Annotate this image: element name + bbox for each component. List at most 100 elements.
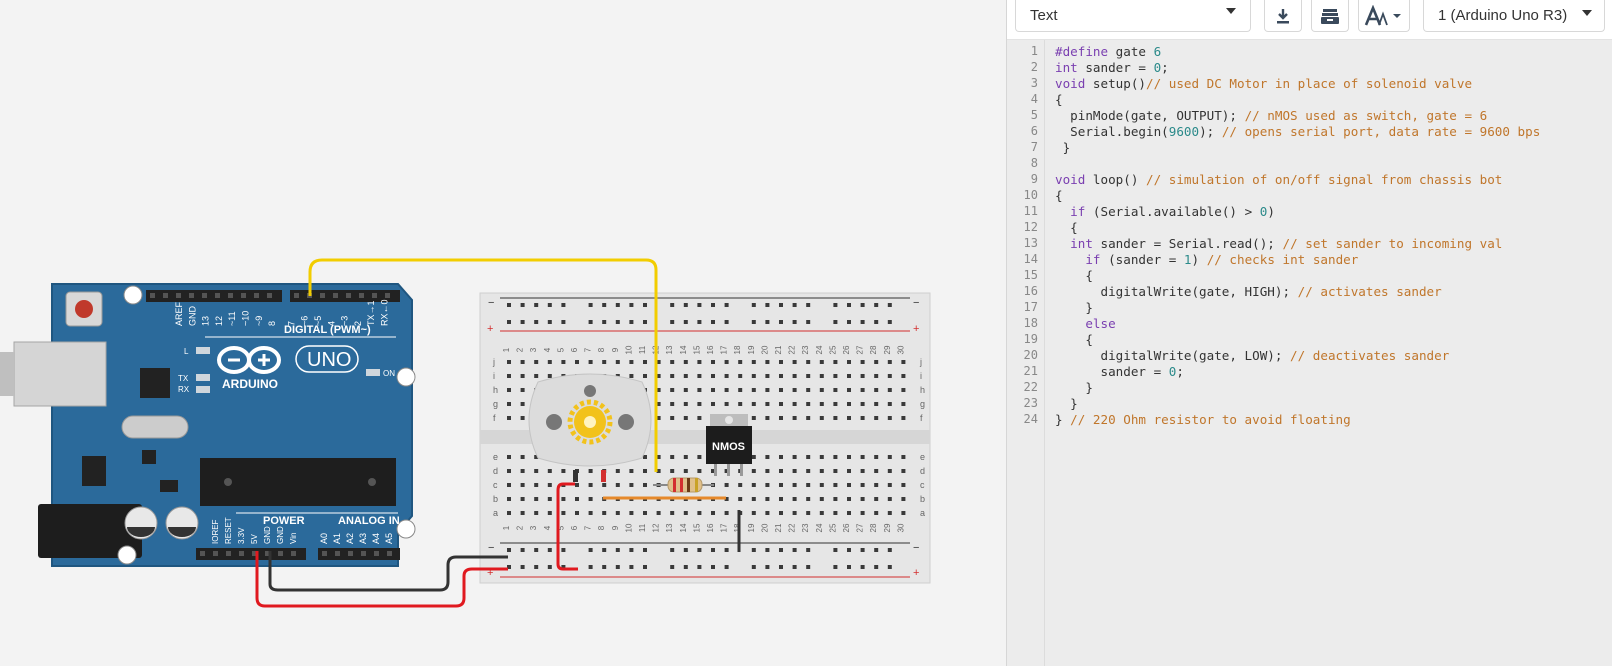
rail-hole[interactable] — [602, 303, 607, 307]
rail-hole[interactable] — [683, 320, 688, 324]
breadboard-hole[interactable] — [901, 469, 906, 473]
breadboard-hole[interactable] — [724, 402, 729, 406]
breadboard-hole[interactable] — [847, 497, 851, 501]
breadboard-hole[interactable] — [806, 360, 811, 364]
breadboard-hole[interactable] — [507, 469, 511, 473]
breadboard-hole[interactable] — [751, 374, 756, 378]
code-line[interactable]: { — [1055, 188, 1063, 203]
breadboard-hole[interactable] — [724, 483, 729, 487]
rail-hole[interactable] — [670, 548, 675, 552]
rail-hole[interactable] — [887, 303, 892, 307]
breadboard-hole[interactable] — [629, 469, 634, 473]
breadboard-hole[interactable] — [860, 402, 865, 406]
breadboard-hole[interactable] — [656, 511, 661, 515]
code-line[interactable]: int sander = 0; — [1055, 60, 1169, 75]
code-line[interactable]: sander = 0; — [1055, 364, 1183, 379]
breadboard-hole[interactable] — [874, 360, 879, 364]
breadboard-hole[interactable] — [507, 455, 511, 459]
breadboard-hole[interactable] — [779, 497, 783, 501]
rail-hole[interactable] — [724, 548, 729, 552]
rail-hole[interactable] — [833, 303, 838, 307]
breadboard-hole[interactable] — [520, 388, 525, 392]
breadboard-hole[interactable] — [806, 374, 811, 378]
breadboard-hole[interactable] — [819, 483, 824, 487]
breadboard-hole[interactable] — [683, 402, 688, 406]
breadboard-hole[interactable] — [629, 360, 634, 364]
reset-button-cap[interactable] — [75, 300, 93, 318]
breadboard-hole[interactable] — [534, 483, 539, 487]
breadboard-hole[interactable] — [874, 402, 879, 406]
rail-hole[interactable] — [751, 320, 756, 324]
breadboard-hole[interactable] — [547, 374, 552, 378]
rail-hole[interactable] — [602, 565, 607, 569]
breadboard-hole[interactable] — [507, 511, 511, 515]
rail-hole[interactable] — [629, 565, 634, 569]
breadboard-hole[interactable] — [670, 360, 675, 364]
breadboard-hole[interactable] — [765, 402, 770, 406]
breadboard-hole[interactable] — [520, 483, 525, 487]
breadboard-hole[interactable] — [860, 360, 865, 364]
breadboard-hole[interactable] — [751, 402, 756, 406]
breadboard-hole[interactable] — [765, 416, 770, 420]
breadboard-hole[interactable] — [792, 511, 797, 515]
breadboard-hole[interactable] — [819, 388, 824, 392]
breadboard-hole[interactable] — [520, 416, 525, 420]
breadboard-hole[interactable] — [588, 497, 593, 501]
rail-hole[interactable] — [547, 548, 552, 552]
code-line[interactable]: digitalWrite(gate, LOW); // deactivates … — [1055, 348, 1449, 363]
breadboard-hole[interactable] — [901, 483, 906, 487]
rail-hole[interactable] — [588, 565, 593, 569]
rail-hole[interactable] — [792, 548, 797, 552]
code-line[interactable]: } — [1055, 380, 1093, 395]
breadboard-hole[interactable] — [697, 388, 702, 392]
breadboard-hole[interactable] — [860, 455, 865, 459]
breadboard-hole[interactable] — [765, 497, 770, 501]
breadboard-hole[interactable] — [792, 360, 797, 364]
breadboard-hole[interactable] — [507, 374, 511, 378]
breadboard-hole[interactable] — [806, 416, 811, 420]
rail-hole[interactable] — [806, 548, 811, 552]
breadboard-hole[interactable] — [901, 416, 906, 420]
breadboard-hole[interactable] — [806, 497, 811, 501]
breadboard-hole[interactable] — [887, 360, 892, 364]
breadboard-hole[interactable] — [724, 374, 729, 378]
breadboard-hole[interactable] — [792, 469, 797, 473]
rail-hole[interactable] — [520, 303, 525, 307]
breadboard-hole[interactable] — [615, 483, 620, 487]
breadboard-hole[interactable] — [547, 360, 552, 364]
breadboard-hole[interactable] — [833, 511, 838, 515]
rail-hole[interactable] — [615, 320, 620, 324]
breadboard-hole[interactable] — [901, 360, 906, 364]
breadboard-hole[interactable] — [847, 483, 851, 487]
rail-hole[interactable] — [683, 548, 688, 552]
rail-hole[interactable] — [711, 303, 715, 307]
code-line[interactable]: { — [1055, 220, 1078, 235]
breadboard-hole[interactable] — [711, 511, 715, 515]
breadboard-hole[interactable] — [711, 360, 715, 364]
breadboard-hole[interactable] — [887, 455, 892, 459]
rail-hole[interactable] — [561, 303, 566, 307]
breadboard-hole[interactable] — [792, 388, 797, 392]
breadboard-hole[interactable] — [520, 511, 525, 515]
breadboard-hole[interactable] — [779, 360, 783, 364]
breadboard-hole[interactable] — [588, 511, 593, 515]
breadboard-hole[interactable] — [615, 469, 620, 473]
rail-hole[interactable] — [806, 320, 811, 324]
breadboard-hole[interactable] — [724, 360, 729, 364]
breadboard-hole[interactable] — [534, 497, 539, 501]
board-dropdown[interactable]: 1 (Arduino Uno R3) — [1423, 0, 1605, 32]
rail-hole[interactable] — [615, 303, 620, 307]
rail-hole[interactable] — [874, 303, 879, 307]
breadboard-hole[interactable] — [575, 483, 579, 487]
breadboard-hole[interactable] — [534, 469, 539, 473]
rail-hole[interactable] — [547, 320, 552, 324]
breadboard-hole[interactable] — [819, 360, 824, 364]
breadboard-hole[interactable] — [806, 455, 811, 459]
breadboard-hole[interactable] — [833, 360, 838, 364]
breadboard-hole[interactable] — [711, 374, 715, 378]
rail-hole[interactable] — [534, 320, 539, 324]
breadboard-hole[interactable] — [670, 374, 675, 378]
code-line[interactable]: else — [1055, 316, 1115, 331]
breadboard-hole[interactable] — [806, 483, 811, 487]
rail-hole[interactable] — [520, 565, 525, 569]
